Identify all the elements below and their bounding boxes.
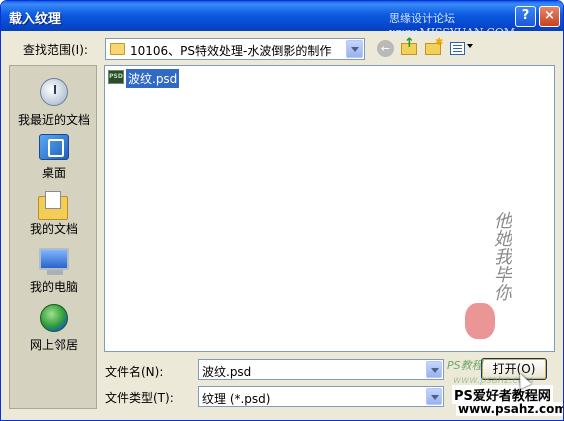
chevron-down-icon[interactable] <box>426 388 442 405</box>
place-my-computer[interactable]: 我的电脑 <box>10 246 98 298</box>
red-seal-stamp <box>465 303 495 339</box>
site-watermark: 思缘设计论坛 www.MISSYUAN.COM <box>389 12 516 39</box>
filename-label: 文件名(N): <box>105 365 164 379</box>
views-dropdown-arrow-icon[interactable] <box>467 44 473 48</box>
new-star-icon: ✱ <box>435 37 444 48</box>
my-documents-icon <box>38 191 68 220</box>
title-bar[interactable]: 载入纹理 思缘设计论坛 www.MISSYUAN.COM ? × <box>1 1 563 39</box>
help-button[interactable]: ? <box>515 6 536 27</box>
desktop-icon <box>39 134 69 160</box>
chevron-down-icon[interactable] <box>346 40 363 58</box>
filetype-value: 纹理 (*.psd) <box>202 392 271 406</box>
place-label: 我的电脑 <box>29 280 78 294</box>
file-name[interactable]: 波纹.psd <box>126 69 180 88</box>
calligraphy-watermark: 他她我毕你 <box>491 211 512 301</box>
filename-field[interactable]: 波纹.psd <box>198 359 444 380</box>
filetype-label: 文件类型(T): <box>105 391 174 405</box>
folder-icon <box>110 43 125 55</box>
place-label: 我最近的文档 <box>17 113 90 127</box>
place-desktop[interactable]: 桌面 <box>10 132 98 184</box>
filename-value: 波纹.psd <box>202 365 252 379</box>
ps-url-watermark: www.psahz.com <box>456 402 563 416</box>
lookin-label: 查找范围(I): <box>23 43 88 57</box>
place-my-documents[interactable]: 我的文档 <box>10 188 98 240</box>
places-bar: 我最近的文档 桌面 我的文档 我的电脑 网上邻居 <box>9 65 97 409</box>
views-menu-icon[interactable] <box>450 42 465 55</box>
filetype-select[interactable]: 纹理 (*.psd) <box>198 386 444 407</box>
recent-documents-icon <box>40 78 68 106</box>
my-computer-icon <box>39 248 69 275</box>
network-places-icon <box>40 304 68 332</box>
window-title: 载入纹理 <box>9 12 62 27</box>
place-label: 桌面 <box>41 166 66 180</box>
place-label: 我的文档 <box>29 222 78 236</box>
lookin-value: 10106、PS特效处理-水波倒影的制作 <box>130 44 332 58</box>
close-button[interactable]: × <box>539 6 560 27</box>
ps-faint-watermark: PS教程 <box>447 359 483 372</box>
lookin-dropdown[interactable]: 10106、PS特效处理-水波倒影的制作 <box>105 38 365 60</box>
place-network[interactable]: 网上邻居 <box>10 302 98 354</box>
psd-file-icon: PSD <box>108 70 124 84</box>
place-label: 网上邻居 <box>29 338 78 352</box>
chevron-down-icon[interactable] <box>426 361 442 378</box>
up-arrow-icon[interactable]: ↑ <box>404 36 415 51</box>
back-arrow-icon[interactable]: ← <box>377 40 394 57</box>
place-recent-documents[interactable]: 我最近的文档 <box>10 76 98 128</box>
load-texture-dialog: 载入纹理 思缘设计论坛 www.MISSYUAN.COM ? × 查找范围(I)… <box>0 0 564 421</box>
